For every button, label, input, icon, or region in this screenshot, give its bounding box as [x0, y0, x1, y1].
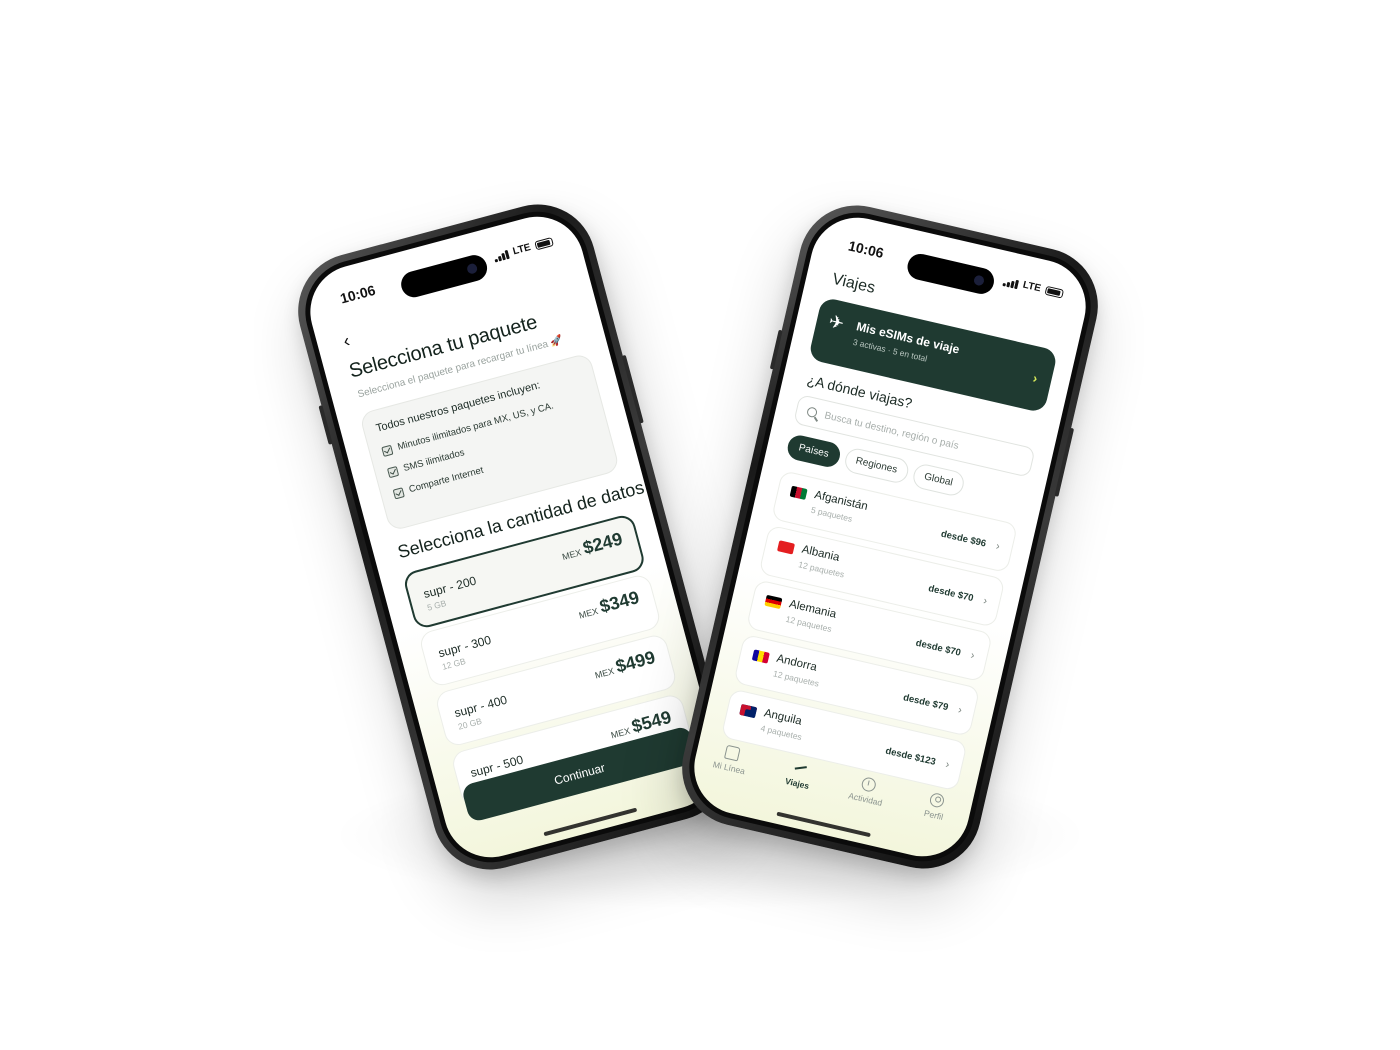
currency-label: MEX	[561, 547, 583, 563]
chevron-right-icon: ›	[944, 758, 951, 772]
battery-icon	[1044, 285, 1065, 299]
flag-albania-icon	[776, 540, 796, 555]
package-price: MEX $349	[576, 587, 642, 623]
package-data: 5 GB	[426, 597, 448, 613]
signal-icon	[493, 248, 510, 262]
country-price: desde $96	[939, 528, 988, 550]
package-price: MEX $499	[592, 647, 658, 683]
screen-travel: 10:06 LTE Viajes ✈ Mis eSIMs de viaje 3 …	[684, 208, 1096, 866]
tab-label: Viajes	[784, 775, 811, 792]
checkbox-icon	[381, 444, 394, 457]
checkbox-icon	[392, 486, 405, 499]
phone-left: 10:06 LTE ‹ Selecciona tu paquete Selecc…	[285, 191, 743, 883]
chevron-right-icon: ›	[982, 594, 989, 608]
tab-label: Actividad	[847, 790, 884, 808]
currency-label: MEX	[609, 725, 632, 741]
battery-icon	[534, 237, 554, 251]
tab-viajes[interactable]: Viajes	[763, 755, 831, 811]
flag-germany-icon	[764, 594, 783, 610]
user-icon	[928, 791, 946, 809]
country-price: desde $79	[902, 692, 950, 714]
price-amount: $249	[580, 528, 625, 559]
bezel: 10:06 LTE Viajes ✈ Mis eSIMs de viaje 3 …	[678, 202, 1102, 872]
flag-andorra-icon	[751, 649, 770, 664]
screen-package-select: 10:06 LTE ‹ Selecciona tu paquete Selecc…	[299, 206, 729, 868]
signal-icon	[1002, 276, 1019, 289]
country-price: desde $123	[884, 745, 937, 768]
price-amount: $349	[597, 587, 642, 617]
clock-icon	[860, 776, 878, 793]
system-icons: LTE	[1002, 275, 1065, 299]
tab-label: Perfil	[923, 807, 945, 822]
chevron-right-icon: ›	[1031, 370, 1040, 386]
dynamic-island	[904, 251, 997, 297]
plane-icon	[792, 760, 809, 777]
package-price: MEX $249	[559, 528, 625, 564]
flag-anguilla-icon	[739, 703, 758, 719]
checkbox-icon	[386, 465, 400, 478]
package-name: supr - 400	[452, 692, 509, 721]
includes-item-label: SMS ilimitados	[402, 447, 466, 475]
network-label: LTE	[511, 242, 533, 258]
chip-paises[interactable]: Países	[785, 433, 843, 470]
country-price: desde $70	[927, 583, 975, 605]
search-icon	[806, 406, 819, 419]
system-icons: LTE	[493, 236, 554, 262]
home-icon	[723, 744, 741, 762]
status-time: 10:06	[338, 281, 378, 307]
chevron-right-icon: ›	[994, 540, 1001, 553]
plane-icon: ✈	[826, 311, 847, 334]
tab-label: Mi Línea	[711, 759, 746, 777]
currency-label: MEX	[593, 665, 616, 681]
home-indicator	[543, 807, 638, 837]
country-price: desde $70	[914, 637, 962, 659]
price-amount: $499	[613, 646, 658, 677]
network-label: LTE	[1021, 279, 1042, 295]
page-title: Viajes	[830, 270, 877, 297]
chip-global[interactable]: Global	[910, 462, 966, 498]
chip-regiones[interactable]: Regiones	[842, 446, 911, 486]
chevron-right-icon: ›	[969, 649, 976, 662]
status-bar: 10:06 LTE	[304, 222, 581, 318]
back-button[interactable]: ‹	[341, 330, 352, 352]
currency-label: MEX	[577, 605, 600, 621]
package-name: supr - 200	[421, 573, 478, 602]
status-bar: 10:06 LTE	[813, 224, 1091, 310]
status-time: 10:06	[846, 237, 886, 262]
flag-afghanistan-icon	[789, 485, 808, 500]
tab-actividad[interactable]: Actividad	[831, 771, 899, 827]
tab-mi-linea[interactable]: Mi Línea	[695, 740, 763, 796]
dynamic-island	[398, 252, 490, 301]
chevron-right-icon: ›	[956, 703, 964, 717]
bezel: 10:06 LTE ‹ Selecciona tu paquete Selecc…	[293, 200, 735, 874]
phone-right: 10:06 LTE Viajes ✈ Mis eSIMs de viaje 3 …	[670, 193, 1110, 881]
package-name: supr - 300	[436, 632, 493, 661]
tab-perfil[interactable]: Perfil	[899, 787, 967, 843]
